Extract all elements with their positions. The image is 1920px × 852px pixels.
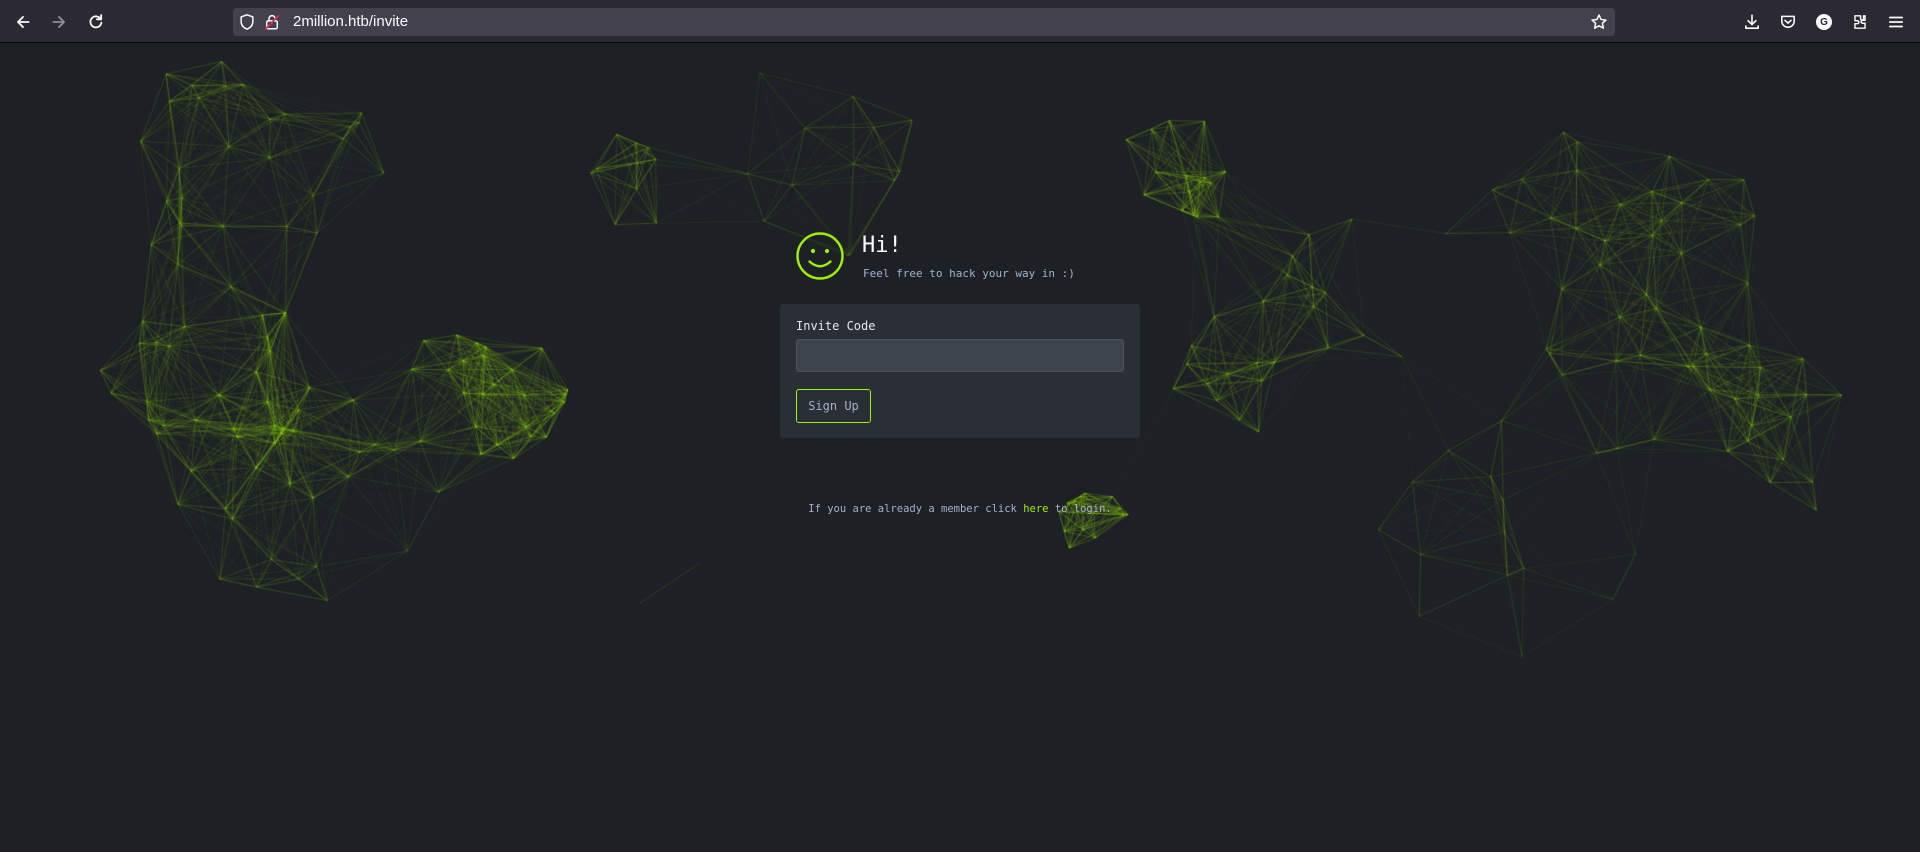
menu-icon	[1888, 16, 1904, 28]
extensions-icon	[1854, 15, 1866, 29]
login-prefix: If you are already a member click	[808, 503, 1017, 515]
login-suffix: to login.	[1054, 503, 1112, 515]
page-title: Hi!	[862, 233, 902, 258]
account-button[interactable]: G	[1813, 11, 1835, 33]
back-button[interactable]	[7, 7, 39, 37]
invite-code-label: Invite Code	[796, 319, 876, 333]
reload-button[interactable]	[80, 7, 112, 37]
login-link[interactable]: here	[1023, 503, 1048, 515]
network-background	[0, 43, 1920, 852]
shield-icon[interactable]	[238, 13, 256, 31]
pocket-button[interactable]	[1777, 11, 1799, 33]
insecure-lock-icon[interactable]	[263, 13, 281, 31]
account-avatar: G	[1816, 14, 1832, 30]
downloads-icon	[1745, 14, 1759, 29]
login-prompt: If you are already a member click here t…	[0, 502, 1920, 516]
forward-icon	[52, 16, 65, 28]
sign-up-button[interactable]: Sign Up	[796, 389, 871, 423]
page-tagline: Feel free to hack your way in :)	[863, 267, 1075, 280]
url-text[interactable]: 2million.htb/invite	[293, 13, 408, 31]
invite-code-input[interactable]	[796, 339, 1124, 372]
url-host: 2million.htb	[293, 13, 369, 30]
reload-icon	[89, 14, 103, 29]
pocket-icon	[1781, 15, 1795, 29]
invite-form: Invite Code Sign Up	[780, 304, 1140, 438]
menu-button[interactable]	[1885, 11, 1907, 33]
browser-toolbar: 2million.htb/invite G	[0, 0, 1920, 43]
downloads-button[interactable]	[1741, 11, 1763, 33]
smiley-icon	[796, 232, 844, 280]
extensions-button[interactable]	[1849, 11, 1871, 33]
page-viewport	[0, 43, 1920, 852]
url-path: /invite	[368, 13, 409, 30]
bookmark-star-icon[interactable]	[1590, 13, 1608, 31]
url-bar[interactable]: 2million.htb/invite	[233, 8, 1615, 36]
back-icon	[17, 16, 30, 28]
forward-button[interactable]	[43, 7, 75, 37]
